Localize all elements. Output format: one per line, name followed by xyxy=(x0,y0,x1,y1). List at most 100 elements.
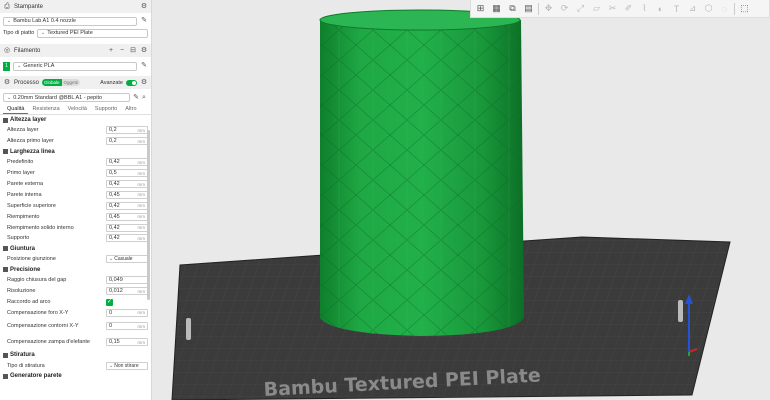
process-section-header: ⚙ Processo Globale Oggetti Avanzate ⚙ xyxy=(0,76,151,89)
tab-support[interactable]: Supporto xyxy=(91,104,121,114)
process-tabs: Qualità Resistenza Velocità Supporto Alt… xyxy=(0,104,151,115)
group-title: Stiratura xyxy=(10,352,35,359)
assembly-icon[interactable]: ⬡ xyxy=(702,2,715,15)
param-input[interactable]: 0,42 mm xyxy=(106,223,148,232)
toggle-objects[interactable]: Oggetti xyxy=(61,79,81,86)
printer-preset-select[interactable]: ⌄ Bambu Lab A1 0.4 nozzle xyxy=(3,16,137,26)
param-value: 0,2 xyxy=(109,138,117,145)
group-title: Generatore parete xyxy=(10,373,62,380)
grid-icon[interactable]: ▦ xyxy=(490,2,503,15)
ironing-type-select[interactable]: ⌄ Non stirare xyxy=(106,361,148,370)
view-cube-icon[interactable]: ⬚ xyxy=(738,2,751,15)
scale-icon[interactable]: ⤢ xyxy=(574,2,587,15)
edit-printer-icon[interactable]: ✎ xyxy=(140,17,148,25)
plate-clip-right xyxy=(678,300,683,322)
arrange-icon[interactable]: ▤ xyxy=(522,2,535,15)
param-input[interactable]: 0,2 mm xyxy=(106,137,148,146)
rotate-icon[interactable]: ⟳ xyxy=(558,2,571,15)
advanced-switch[interactable] xyxy=(126,79,137,86)
3d-viewport[interactable]: ⊞ ▦ ⧉ ▤ ✥ ⟳ ⤢ ▱ ✂ ✐ ⌇ ◐ T ⊿ ⬡ ◌ ⬚ Bambu … xyxy=(152,0,770,400)
param-row: Risoluzione 0,012 mm xyxy=(0,286,151,297)
param-label: Parete interna xyxy=(7,191,42,198)
seam-paint-icon[interactable]: ⌇ xyxy=(638,2,651,15)
param-row: Compensazione zampa d'elefante 0,15 mm xyxy=(0,334,151,350)
add-filament-icon[interactable]: + xyxy=(107,47,115,55)
tab-strength[interactable]: Resistenza xyxy=(28,104,63,114)
color-paint-icon[interactable]: ◐ xyxy=(654,2,667,15)
remove-filament-icon[interactable]: − xyxy=(118,47,126,55)
global-objects-toggle[interactable]: Globale Oggetti xyxy=(42,79,81,86)
toolbar-divider xyxy=(538,2,539,15)
tab-speed[interactable]: Velocità xyxy=(64,104,91,114)
param-value: 0,45 xyxy=(109,213,120,220)
param-label: Primo layer xyxy=(7,170,35,177)
param-value: 0,42 xyxy=(109,235,120,242)
param-row: Riempimento 0,45 mm xyxy=(0,211,151,222)
param-input[interactable]: 0,45 mm xyxy=(106,212,148,221)
param-unit: mm xyxy=(137,159,146,165)
param-row: Altezza layer 0,2 mm xyxy=(0,125,151,136)
filament-settings-icon[interactable]: ⚙ xyxy=(140,47,148,55)
param-input[interactable]: 0,012 mm xyxy=(106,287,148,296)
printer-section-header[interactable]: ⎙ Stampante ⚙ xyxy=(0,0,151,13)
search-icon[interactable]: ⌕ xyxy=(140,94,148,102)
edit-process-icon[interactable]: ✎ xyxy=(132,94,140,102)
lay-flat-icon[interactable]: ▱ xyxy=(590,2,603,15)
param-input[interactable]: 0 mm xyxy=(106,322,148,331)
tab-quality[interactable]: Qualità xyxy=(3,104,29,114)
param-unit: mm xyxy=(137,203,146,209)
edit-filament-icon[interactable]: ✎ xyxy=(140,62,148,70)
process-icon: ⚙ xyxy=(3,78,11,86)
process-preset-select[interactable]: ⌄ 0.20mm Standard @BBL A1 - pepito xyxy=(3,93,130,102)
group-line-width: Larghezza linea xyxy=(0,147,151,157)
param-input[interactable]: 0 mm xyxy=(106,308,148,317)
cut-icon[interactable]: ✂ xyxy=(606,2,619,15)
param-input[interactable]: 0,15 mm xyxy=(106,338,148,347)
param-input[interactable]: 0,049 xyxy=(106,276,148,285)
settings-scrollbar[interactable] xyxy=(147,130,150,300)
move-icon[interactable]: ✥ xyxy=(542,2,555,15)
param-value: 0,42 xyxy=(109,159,120,166)
tab-other[interactable]: Altro xyxy=(121,104,140,114)
param-row: Tipo di stiratura ⌄ Non stirare xyxy=(0,360,151,371)
param-input[interactable]: 0,45 mm xyxy=(106,190,148,199)
param-value: 0,45 xyxy=(109,191,120,198)
param-label: Compensazione contorni X-Y xyxy=(7,323,79,330)
seam-position-select[interactable]: ⌄ Casuale xyxy=(106,255,148,264)
printer-settings-icon[interactable]: ⚙ xyxy=(140,3,148,11)
param-unit: mm xyxy=(137,225,146,231)
support-paint-icon[interactable]: ✐ xyxy=(622,2,635,15)
process-settings-icon[interactable]: ⚙ xyxy=(140,79,148,87)
measure-icon[interactable]: ⊿ xyxy=(686,2,699,15)
param-unit: mm xyxy=(137,214,146,220)
filament-section-header[interactable]: ◎ Filamento + − ⊟ ⚙ xyxy=(0,44,151,57)
add-object-icon[interactable]: ⊞ xyxy=(474,2,487,15)
sync-filament-icon[interactable]: ⊟ xyxy=(129,47,137,55)
param-input[interactable]: 0,2 mm xyxy=(106,126,148,135)
param-value: 0,012 xyxy=(109,288,123,295)
param-row: Parete esterna 0,42 mm xyxy=(0,179,151,190)
param-input[interactable]: 0,42 mm xyxy=(106,234,148,243)
param-value: 0,2 xyxy=(109,127,117,134)
vase-model[interactable] xyxy=(319,9,524,336)
group-ironing: Stiratura xyxy=(0,350,151,360)
plate-type-select[interactable]: ⌄ Textured PEI Plate xyxy=(37,28,148,38)
param-unit: mm xyxy=(137,170,146,176)
group-seam: Giuntura xyxy=(0,244,151,254)
param-input[interactable]: 0,42 mm xyxy=(106,180,148,188)
param-unit: mm xyxy=(137,323,146,329)
param-input[interactable]: 0,42 mm xyxy=(106,201,148,210)
arc-fitting-checkbox[interactable]: ✓ xyxy=(106,298,113,306)
toolbar-divider xyxy=(734,2,735,15)
brim-ears-icon[interactable]: ◌ xyxy=(718,2,731,15)
param-row: Altezza primo layer 0,2 mm xyxy=(0,136,151,147)
filament-select[interactable]: ⌄ Generic PLA xyxy=(13,61,137,71)
text-icon[interactable]: T xyxy=(670,2,683,15)
param-input[interactable]: 0,42 mm xyxy=(106,158,148,167)
toggle-global[interactable]: Globale xyxy=(42,79,62,86)
orient-icon[interactable]: ⧉ xyxy=(506,2,519,15)
param-input[interactable]: 0,5 mm xyxy=(106,169,148,178)
param-label: Altezza primo layer xyxy=(7,138,54,145)
precision-icon xyxy=(3,267,8,273)
chevron-down-icon: ⌄ xyxy=(7,18,12,24)
